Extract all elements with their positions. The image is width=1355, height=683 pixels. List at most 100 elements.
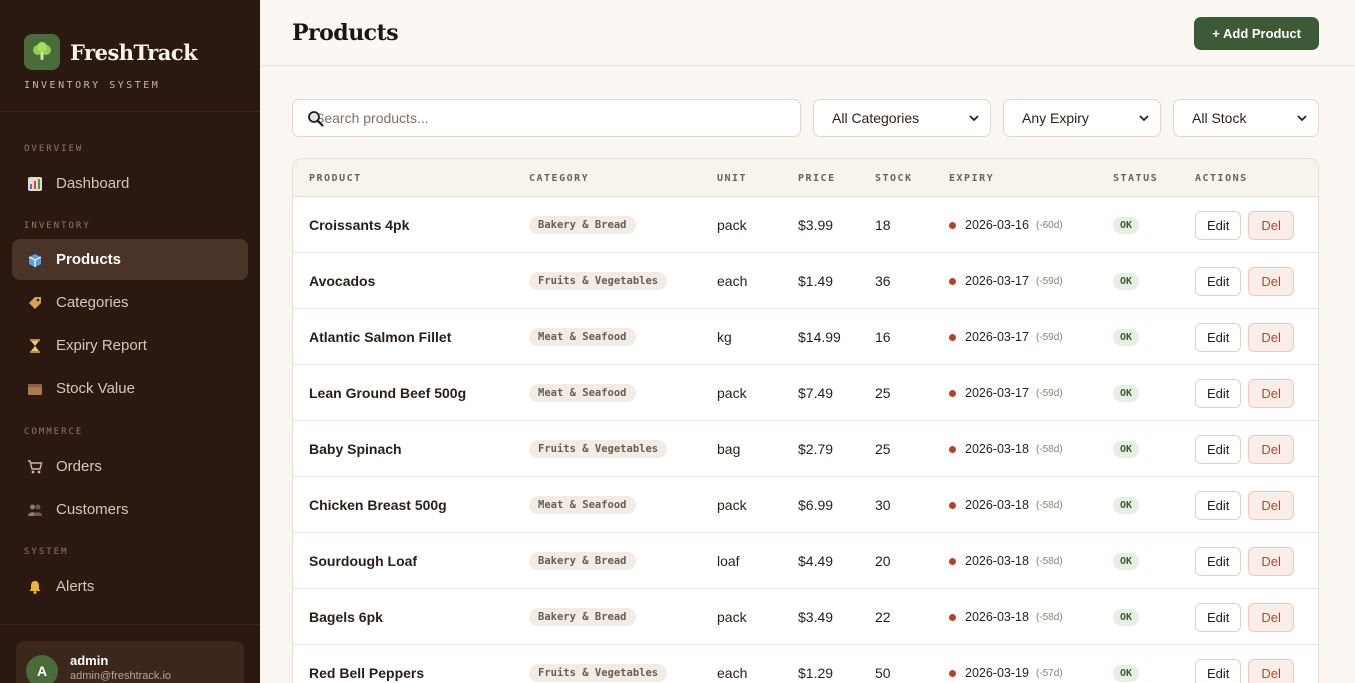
expiry-days: (-58d): [1035, 443, 1063, 455]
delete-button[interactable]: Del: [1248, 210, 1294, 240]
expiry-dot-icon: [949, 221, 956, 229]
delete-button[interactable]: Del: [1248, 602, 1294, 632]
brand-subtitle: INVENTORY SYSTEM: [24, 80, 161, 91]
table-row: Avocados Fruits & Vegetables each $1.49 36 20…: [293, 253, 1318, 309]
edit-button[interactable]: Edit: [1195, 546, 1242, 576]
sidebar-item-categories[interactable]: Categories: [12, 282, 248, 323]
edit-button[interactable]: Edit: [1195, 378, 1242, 408]
delete-button[interactable]: Del: [1248, 658, 1294, 683]
nav-section-system: SYSTEM: [24, 547, 69, 557]
delete-button[interactable]: Del: [1248, 266, 1294, 296]
expiry-date: 2026-03-18: [965, 554, 1029, 568]
add-product-button[interactable]: + Add Product: [1194, 17, 1319, 50]
edit-button[interactable]: Edit: [1195, 658, 1242, 683]
category-badge: Fruits & Vegetables: [529, 440, 668, 458]
sidebar-item-alerts[interactable]: Alerts: [12, 566, 248, 607]
edit-button[interactable]: Edit: [1195, 266, 1242, 296]
product-name: Bagels 6pk: [309, 609, 383, 625]
expiry-days: (-58d): [1035, 611, 1063, 623]
chevron-down-icon: [969, 115, 979, 122]
column-header-actions: ACTIONS: [1195, 173, 1248, 184]
user-email: admin@freshtrack.io: [70, 670, 172, 682]
expiry-date: 2026-03-16: [965, 218, 1029, 232]
product-name: Atlantic Salmon Fillet: [309, 329, 452, 345]
sidebar-item-label: Stock Value: [56, 380, 135, 397]
expiry-date: 2026-03-19: [965, 666, 1029, 680]
stock-cell: 36: [875, 273, 891, 289]
stock-select[interactable]: All Stock: [1173, 99, 1319, 137]
avatar: A: [26, 655, 58, 683]
expiry-dot-icon: [949, 277, 956, 285]
table-body: Croissants 4pk Bakery & Bread pack $3.99 18 2…: [293, 197, 1318, 683]
sidebar-item-customers[interactable]: Customers: [12, 489, 248, 530]
delete-button[interactable]: Del: [1248, 322, 1294, 352]
table-row: Baby Spinach Fruits & Vegetables bag $2.79 2…: [293, 421, 1318, 477]
expiry-days: (-59d): [1035, 331, 1063, 343]
edit-button[interactable]: Edit: [1195, 210, 1242, 240]
search-box[interactable]: [292, 99, 801, 137]
expiry-dot-icon: [949, 501, 956, 509]
expiry-dot-icon: [949, 333, 956, 341]
sidebar-item-expiry-report[interactable]: Expiry Report: [12, 325, 248, 366]
sidebar-item-dashboard[interactable]: Dashboard: [12, 163, 248, 204]
product-name: Baby Spinach: [309, 441, 402, 457]
page-title: Products: [292, 20, 399, 46]
user-card[interactable]: A admin admin@freshtrack.io: [16, 641, 244, 683]
column-header-category: CATEGORY: [529, 173, 590, 184]
delete-button[interactable]: Del: [1248, 546, 1294, 576]
expiry-days: (-58d): [1035, 499, 1063, 511]
edit-button[interactable]: Edit: [1195, 434, 1242, 464]
nav-section-overview: OVERVIEW: [24, 144, 84, 154]
expiry-date: 2026-03-17: [965, 330, 1029, 344]
delete-button[interactable]: Del: [1248, 490, 1294, 520]
expiry-select[interactable]: Any Expiry: [1003, 99, 1161, 137]
expiry-date: 2026-03-18: [965, 498, 1029, 512]
status-badge: OK: [1113, 664, 1140, 682]
edit-button[interactable]: Edit: [1195, 490, 1242, 520]
nav-section-commerce: COMMERCE: [24, 427, 84, 437]
unit-cell: pack: [717, 497, 747, 513]
sidebar-item-label: Customers: [56, 501, 129, 518]
edit-button[interactable]: Edit: [1195, 322, 1242, 352]
product-name: Sourdough Loaf: [309, 553, 418, 569]
category-badge: Bakery & Bread: [529, 552, 636, 570]
cart-icon: [26, 458, 44, 476]
stock-cell: 25: [875, 385, 891, 401]
user-name: admin: [70, 653, 109, 668]
status-badge: OK: [1113, 552, 1140, 570]
delete-button[interactable]: Del: [1248, 378, 1294, 408]
expiry-dot-icon: [949, 445, 956, 453]
sidebar-item-orders[interactable]: Orders: [12, 446, 248, 487]
chevron-down-icon: [1139, 115, 1149, 122]
sidebar-item-products[interactable]: Products: [12, 239, 248, 280]
stock-cell: 50: [875, 665, 891, 681]
sidebar-item-stock-value[interactable]: Stock Value: [12, 368, 248, 409]
unit-cell: loaf: [717, 553, 740, 569]
products-table: PRODUCT CATEGORY UNIT PRICE STOCK EXPIRY…: [292, 158, 1319, 683]
broccoli-logo-icon: [24, 34, 60, 70]
table-header: PRODUCT CATEGORY UNIT PRICE STOCK EXPIRY…: [293, 159, 1318, 197]
filters-bar: All Categories Any Expiry All Stock: [292, 99, 1319, 137]
product-name: Croissants 4pk: [309, 217, 410, 233]
brand: FreshTrack INVENTORY SYSTEM: [0, 0, 260, 112]
delete-button[interactable]: Del: [1248, 434, 1294, 464]
sidebar-item-label: Alerts: [56, 578, 95, 595]
category-select[interactable]: All Categories: [813, 99, 991, 137]
column-header-product: PRODUCT: [309, 173, 362, 184]
main-content: Products + Add Product All Categories An…: [260, 0, 1355, 683]
price-cell: $14.99: [798, 329, 841, 345]
edit-button[interactable]: Edit: [1195, 602, 1242, 632]
expiry-days: (-59d): [1035, 275, 1063, 287]
expiry-days: (-57d): [1035, 667, 1063, 679]
box-icon: [26, 251, 44, 269]
unit-cell: pack: [717, 609, 747, 625]
stock-cell: 18: [875, 217, 891, 233]
status-badge: OK: [1113, 496, 1140, 514]
category-badge: Fruits & Vegetables: [529, 272, 668, 290]
category-badge: Meat & Seafood: [529, 328, 636, 346]
search-input[interactable]: [307, 110, 800, 126]
column-header-price: PRICE: [798, 173, 836, 184]
sidebar-item-label: Categories: [56, 294, 129, 311]
users-icon: [26, 501, 44, 519]
price-cell: $3.99: [798, 217, 834, 233]
